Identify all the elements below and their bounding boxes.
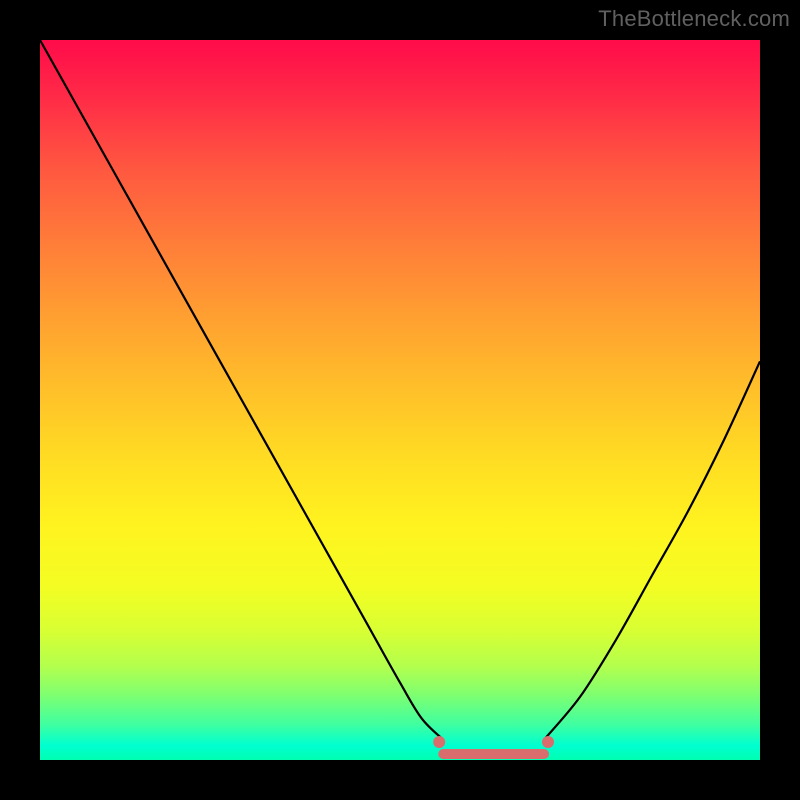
curve-right-arm bbox=[544, 361, 760, 739]
watermark-label: TheBottleneck.com bbox=[598, 6, 790, 32]
chart-frame: TheBottleneck.com bbox=[0, 0, 800, 800]
plot-area bbox=[40, 40, 760, 760]
flat-cap-right-icon bbox=[542, 736, 554, 748]
curve-svg bbox=[40, 40, 760, 760]
flat-cap-left-icon bbox=[433, 736, 445, 748]
curve-left-arm bbox=[40, 40, 443, 740]
